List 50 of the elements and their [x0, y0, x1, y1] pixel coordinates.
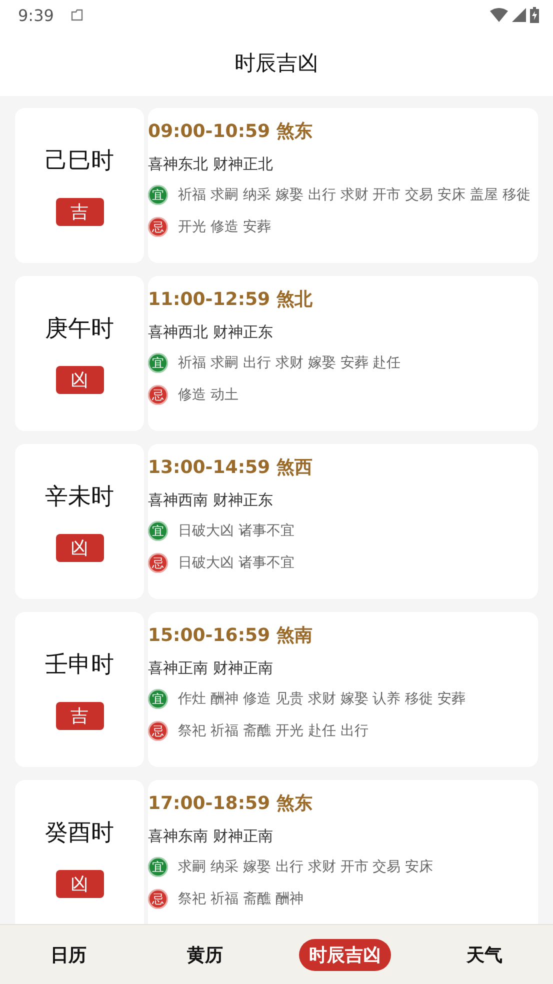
suitable-badge: 宜 — [148, 689, 168, 709]
suitable-activities: 求嗣 纳采 嫁娶 出行 求财 开市 交易 安床 — [178, 858, 434, 877]
avoid-activities: 日破大凶 诸事不宜 — [178, 554, 294, 573]
gods-directions: 喜神正南 财神正南 — [148, 658, 274, 679]
nav-tab[interactable]: 天气 — [442, 938, 528, 970]
gods-directions: 喜神东北 财神正北 — [148, 154, 274, 175]
nav-tab[interactable]: 黄历 — [162, 938, 248, 970]
gods-directions: 喜神东南 财神正南 — [148, 826, 274, 847]
time-range: 09:00-10:59 煞东 — [148, 121, 314, 143]
time-range: 17:00-18:59 煞东 — [148, 793, 314, 815]
hour-name: 癸酉时 — [45, 819, 114, 848]
hour-name: 庚午时 — [45, 315, 114, 344]
avoid-badge: 忌 — [148, 217, 168, 237]
avoid-badge: 忌 — [148, 553, 168, 573]
luck-badge: 凶 — [56, 366, 104, 394]
suitable-badge: 宜 — [148, 521, 168, 541]
wifi-icon — [490, 8, 508, 22]
luck-badge: 吉 — [56, 702, 104, 730]
hour-name: 己巳时 — [45, 147, 114, 176]
suitable-badge: 宜 — [148, 857, 168, 877]
notification-icon — [70, 9, 84, 21]
battery-icon — [530, 7, 539, 23]
gods-directions: 喜神西北 财神正东 — [148, 322, 274, 343]
avoid-activities: 祭祀 祈福 斋醮 开光 赴任 出行 — [178, 722, 368, 741]
avoid-badge: 忌 — [148, 385, 168, 405]
avoid-badge: 忌 — [148, 721, 168, 741]
suitable-badge: 宜 — [148, 185, 168, 205]
nav-tab[interactable]: 日历 — [25, 938, 112, 970]
luck-badge: 凶 — [56, 534, 104, 562]
hour-name: 壬申时 — [45, 651, 114, 680]
gods-directions: 喜神西南 财神正东 — [148, 490, 274, 511]
page-title: 时辰吉凶 — [234, 50, 318, 77]
suitable-badge: 宜 — [148, 353, 168, 373]
nav-tab[interactable]: 时辰吉凶 — [298, 938, 391, 970]
time-range: 15:00-16:59 煞南 — [148, 625, 314, 647]
avoid-badge: 忌 — [148, 889, 168, 909]
suitable-activities: 日破大凶 诸事不宜 — [178, 522, 294, 541]
suitable-activities: 作灶 酬神 修造 见贵 求财 嫁娶 认养 移徙 安葬 — [178, 690, 466, 709]
luck-badge: 吉 — [56, 198, 104, 226]
time-range: 11:00-12:59 煞北 — [148, 289, 314, 311]
avoid-activities: 修造 动土 — [178, 386, 238, 405]
hour-name: 辛未时 — [45, 483, 114, 512]
avoid-activities: 开光 修造 安葬 — [178, 218, 271, 237]
time-range: 13:00-14:59 煞西 — [148, 457, 314, 479]
clock-time: 9:39 — [18, 6, 54, 24]
suitable-activities: 祈福 求嗣 出行 求财 嫁娶 安葬 赴任 — [178, 354, 401, 373]
signal-icon — [512, 8, 526, 22]
luck-badge: 凶 — [56, 870, 104, 898]
avoid-activities: 祭祀 祈福 斋醮 酬神 — [178, 890, 304, 909]
suitable-activities: 祈福 求嗣 纳采 嫁娶 出行 求财 开市 交易 安床 盖屋 移徙 — [178, 186, 531, 205]
